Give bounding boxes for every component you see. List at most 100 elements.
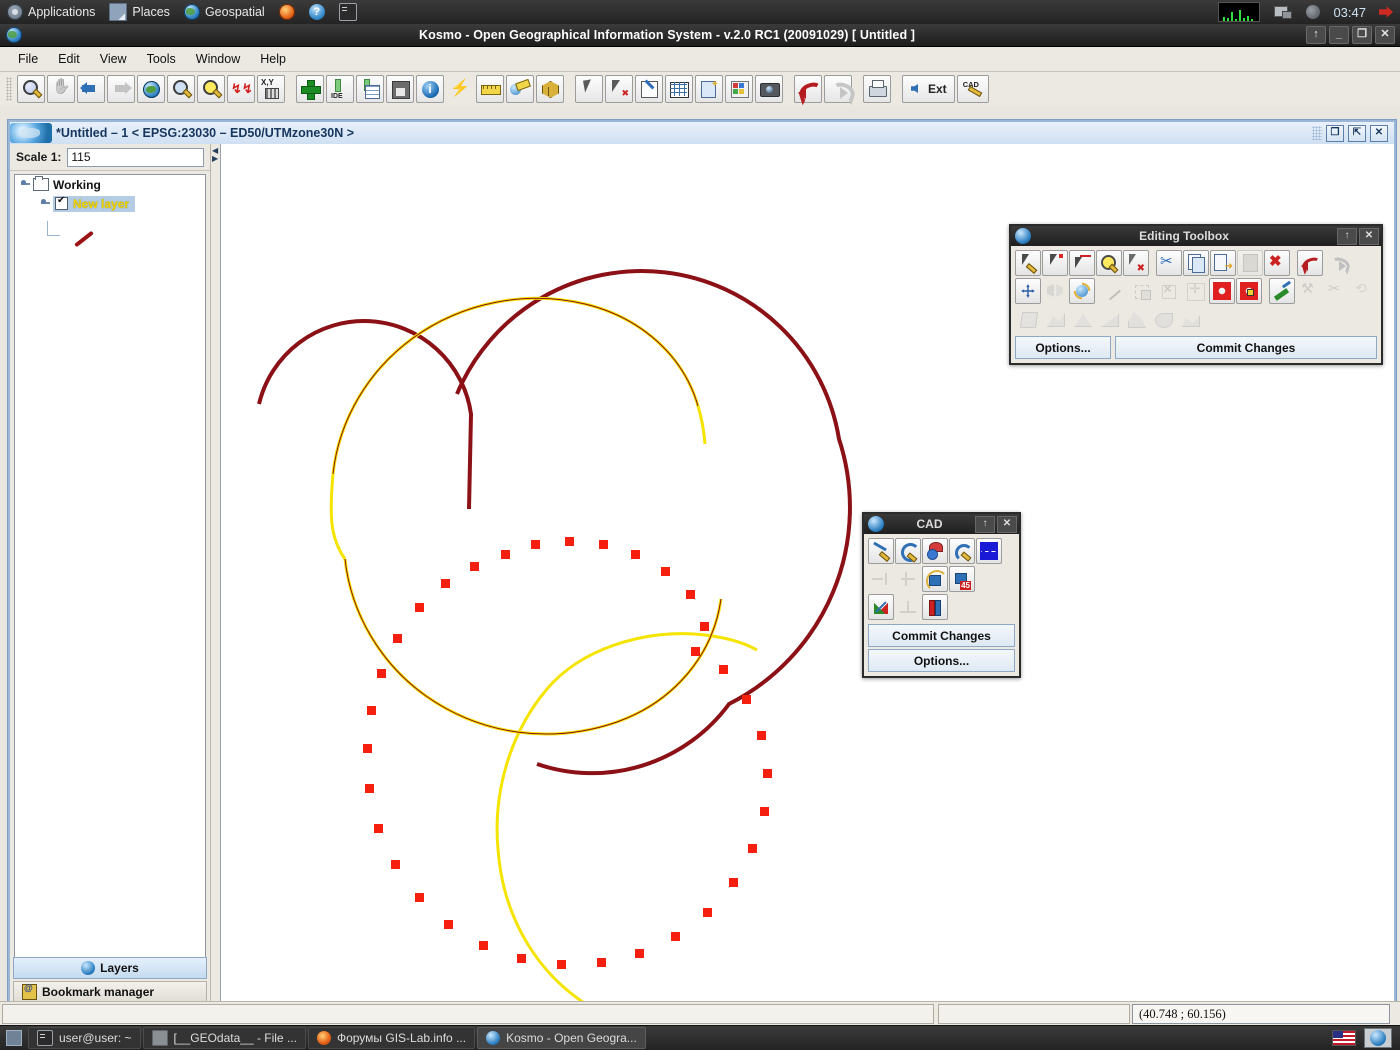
menu-file[interactable]: File	[8, 49, 48, 69]
tree-node-new-layer[interactable]: New layer	[15, 194, 205, 213]
snap-to-vertex-button[interactable]	[1236, 278, 1262, 304]
add-layer-button[interactable]	[296, 75, 324, 103]
print-button[interactable]	[863, 75, 891, 103]
layer-tree[interactable]: Working New layer	[14, 174, 206, 960]
snap-button[interactable]	[1209, 278, 1235, 304]
close-button[interactable]: ✕	[1359, 228, 1379, 245]
minimize-button[interactable]: _	[1329, 26, 1349, 44]
shade-button[interactable]: ↑	[1337, 228, 1357, 245]
expand-knob-icon[interactable]	[41, 199, 50, 208]
add-table-layer-button[interactable]	[356, 75, 384, 103]
scale-input[interactable]: 115	[67, 148, 204, 167]
network-applet[interactable]	[1267, 1, 1299, 23]
maximize-button[interactable]: ⇱	[1348, 125, 1366, 142]
undo-button[interactable]	[794, 75, 822, 103]
launcher-firefox[interactable]	[272, 1, 302, 23]
launcher-terminal[interactable]	[332, 1, 364, 23]
commit-changes-button[interactable]: Commit Changes	[1115, 336, 1377, 359]
logout-applet[interactable]	[1372, 1, 1400, 23]
task-kosmo[interactable]: Kosmo - Open Geogra...	[477, 1027, 646, 1049]
menu-help[interactable]: Help	[250, 49, 296, 69]
select-feature-button[interactable]	[575, 75, 603, 103]
expand-knob-icon[interactable]	[21, 180, 30, 189]
cad-commit-changes-button[interactable]: Commit Changes	[868, 624, 1015, 647]
draw-arc-button[interactable]	[895, 538, 921, 564]
close-button[interactable]: ✕	[1375, 26, 1395, 44]
splitter-arrows-icon[interactable]: ◀▶	[212, 147, 218, 163]
copy-button[interactable]	[1183, 250, 1209, 276]
snapshot-button[interactable]	[755, 75, 783, 103]
zoom-to-selected-button[interactable]	[197, 75, 225, 103]
task-firefox[interactable]: Форумы GIS-Lab.info ...	[308, 1027, 475, 1049]
undo-button[interactable]	[1297, 250, 1323, 276]
draw-polyline-button[interactable]	[976, 538, 1002, 564]
menu-applications[interactable]: Applications	[0, 1, 102, 23]
tab-bookmark-manager[interactable]: Bookmark manager	[13, 981, 207, 1003]
restore-button[interactable]: ❐	[1326, 125, 1344, 142]
copy-to-layer-button[interactable]	[1210, 250, 1236, 276]
rotate-button[interactable]	[922, 566, 948, 592]
measure-button[interactable]	[476, 75, 504, 103]
zoom-to-layer-button[interactable]	[167, 75, 195, 103]
layer-info-button[interactable]: i	[416, 75, 444, 103]
goto-coordinate-button[interactable]	[257, 75, 285, 103]
select-and-edit-button[interactable]	[1015, 250, 1041, 276]
menu-window[interactable]: Window	[186, 49, 250, 69]
tree-node-working[interactable]: Working	[15, 175, 205, 194]
show-desktop-button[interactable]	[6, 1030, 22, 1046]
zoom-full-extent-button[interactable]	[137, 75, 165, 103]
draw-geometry-button[interactable]	[1269, 278, 1295, 304]
toolbar-grip[interactable]	[6, 77, 12, 101]
cut-button[interactable]	[1156, 250, 1182, 276]
system-monitor-applet[interactable]	[1211, 1, 1267, 23]
new-view-button[interactable]	[695, 75, 723, 103]
zoom-to-fit-button[interactable]: ↯↯	[227, 75, 255, 103]
menu-edit[interactable]: Edit	[48, 49, 90, 69]
zoom-tool-button[interactable]	[17, 75, 45, 103]
intersection-button[interactable]	[868, 594, 894, 620]
add-ide-layer-button[interactable]	[326, 75, 354, 103]
snap-point-button[interactable]	[922, 538, 948, 564]
rotate-feature-button[interactable]	[1069, 278, 1095, 304]
rotate-45-button[interactable]	[949, 566, 975, 592]
close-button[interactable]: ✕	[997, 516, 1017, 533]
attribute-table-button[interactable]	[665, 75, 693, 103]
menu-view[interactable]: View	[90, 49, 137, 69]
delete-button[interactable]	[1264, 250, 1290, 276]
maximize-button[interactable]: ❐	[1352, 26, 1372, 44]
close-frame-button[interactable]: ✕	[1370, 125, 1388, 142]
ext-button[interactable]: Ext	[902, 75, 955, 103]
3d-view-button[interactable]	[536, 75, 564, 103]
select-vertex-button[interactable]	[1042, 250, 1068, 276]
move-feature-button[interactable]	[1015, 278, 1041, 304]
clear-selection-button[interactable]	[605, 75, 633, 103]
clock[interactable]: 03:47	[1327, 1, 1372, 23]
menu-places[interactable]: Places	[102, 1, 177, 23]
parallel-button[interactable]	[922, 594, 948, 620]
tray-app-slot[interactable]	[1364, 1028, 1392, 1048]
select-line-button[interactable]	[1069, 250, 1095, 276]
cad-options-button[interactable]: Options...	[868, 649, 1015, 672]
shade-button[interactable]: ↑	[1306, 26, 1326, 44]
save-layer-button[interactable]	[386, 75, 414, 103]
menu-geospatial[interactable]: Geospatial	[177, 1, 272, 23]
task-terminal[interactable]: user@user: ~	[28, 1027, 141, 1049]
volume-applet[interactable]	[1299, 1, 1327, 23]
draw-line-button[interactable]	[868, 538, 894, 564]
cad-button[interactable]	[957, 75, 989, 103]
pan-tool-button[interactable]	[47, 75, 75, 103]
previous-extent-button[interactable]	[77, 75, 105, 103]
shade-button[interactable]: ↑	[975, 516, 995, 533]
zoom-to-selected-button[interactable]	[1096, 250, 1122, 276]
tab-layers[interactable]: Layers	[13, 957, 207, 979]
edit-attributes-button[interactable]	[635, 75, 663, 103]
task-file-manager[interactable]: [__GEOdata__ - File ...	[143, 1027, 306, 1049]
draw-arc-tangent-button[interactable]	[949, 538, 975, 564]
options-button[interactable]: Options...	[1015, 336, 1111, 359]
keyboard-layout-icon[interactable]	[1332, 1030, 1356, 1046]
deselect-all-button[interactable]	[1123, 250, 1149, 276]
launcher-help[interactable]: ?	[302, 1, 332, 23]
geodesic-measure-button[interactable]	[506, 75, 534, 103]
menu-tools[interactable]: Tools	[137, 49, 186, 69]
style-editor-button[interactable]	[725, 75, 753, 103]
